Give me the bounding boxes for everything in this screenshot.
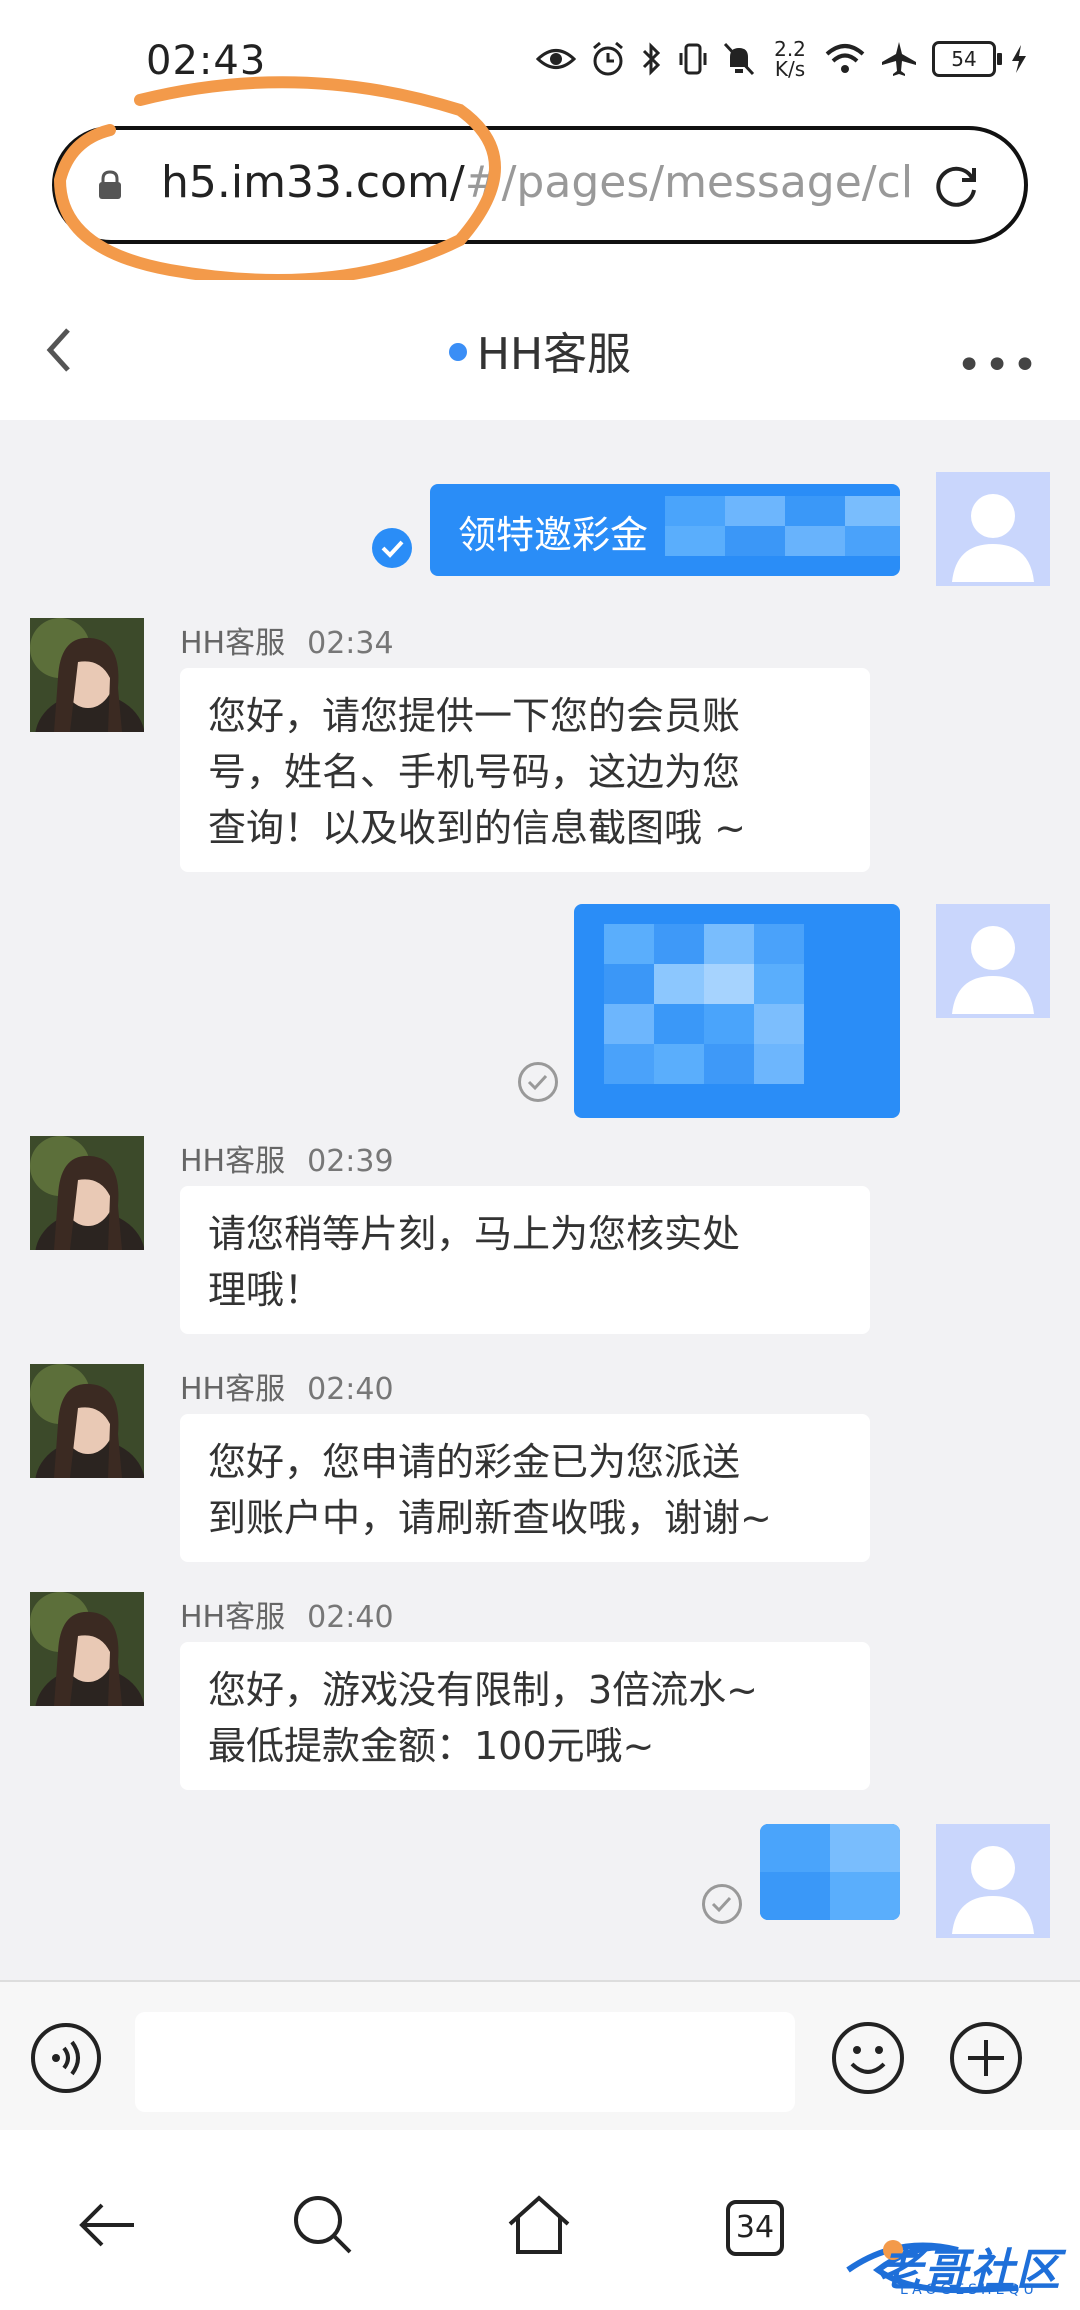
- net-speed: 2.2 K/s: [774, 37, 806, 81]
- chat-header: HH客服 •••: [0, 280, 1080, 420]
- voice-icon[interactable]: [30, 2022, 102, 2094]
- user-avatar[interactable]: [936, 472, 1050, 586]
- read-check-icon: [372, 528, 412, 568]
- incoming-bubble[interactable]: 请您稍等片刻，马上为您核实处 理哦！: [180, 1186, 870, 1334]
- incoming-bubble[interactable]: 您好，请您提供一下您的会员账 号，姓名、手机号码，这边为您 查询！以及收到的信息截图…: [180, 668, 870, 872]
- alarm-icon: [593, 41, 623, 76]
- emoji-icon[interactable]: [830, 2020, 906, 2096]
- outgoing-text: 领特邀彩金: [458, 513, 649, 557]
- sender-line: HH客服 02:40: [180, 1372, 394, 1407]
- online-dot-icon: [448, 343, 467, 361]
- service-avatar[interactable]: [30, 1364, 144, 1478]
- outgoing-image-bubble[interactable]: [574, 904, 900, 1118]
- user-avatar[interactable]: [936, 904, 1050, 1018]
- blur-mosaic: [760, 1824, 900, 1920]
- watermark-subtext: LAOGESHEQU: [900, 2282, 1038, 2298]
- mute-icon: [723, 42, 755, 76]
- service-avatar[interactable]: [30, 1592, 144, 1706]
- message-input[interactable]: [135, 2012, 795, 2112]
- blur-mosaic: [665, 496, 900, 576]
- incoming-bubble[interactable]: 您好，游戏没有限制，3倍流水~ 最低提款金额：100元哦~: [180, 1642, 870, 1790]
- vibrate-icon: [679, 43, 707, 75]
- nav-home-icon[interactable]: [504, 2190, 574, 2260]
- sender-line: HH客服 02:34: [180, 626, 394, 661]
- battery-icon: 54: [932, 41, 1002, 77]
- reload-icon[interactable]: [928, 160, 984, 216]
- nav-tabs-button[interactable]: 34: [726, 2200, 784, 2256]
- add-attachment-icon[interactable]: [948, 2020, 1024, 2096]
- charging-icon: [1012, 45, 1026, 73]
- outgoing-bubble[interactable]: 领特邀彩金: [430, 484, 900, 576]
- sender-line: HH客服 02:39: [180, 1144, 394, 1179]
- service-avatar[interactable]: [30, 618, 144, 732]
- sender-line: HH客服 02:40: [180, 1600, 394, 1635]
- wifi-icon: [825, 44, 865, 73]
- browser-nav: 34 老哥社区 LAOGESHEQU: [0, 2130, 1080, 2310]
- outgoing-bubble[interactable]: [760, 1824, 900, 1920]
- chat-title: HH客服: [0, 318, 1080, 382]
- status-icons: 2.2 K/s 54: [536, 36, 1028, 82]
- lock-icon: [99, 170, 121, 199]
- airplane-icon: [882, 42, 916, 76]
- service-avatar[interactable]: [30, 1136, 144, 1250]
- sent-check-icon: [702, 1884, 742, 1924]
- message-list[interactable]: 领特邀彩金 HH客服 02:34 您好，请您提供一下您的会员账 号，姓名、手机号码，…: [0, 420, 1080, 1980]
- user-avatar[interactable]: [936, 1824, 1050, 1938]
- sent-check-icon: [518, 1062, 558, 1102]
- bluetooth-icon: [642, 42, 661, 76]
- blur-mosaic: [574, 904, 900, 1118]
- nav-search-icon[interactable]: [288, 2190, 358, 2260]
- incoming-bubble[interactable]: 您好，您申请的彩金已为您派送 到账户中，请刷新查收哦，谢谢~: [180, 1414, 870, 1562]
- input-bar: [0, 1980, 1080, 2132]
- status-time: 02:43: [146, 38, 267, 84]
- status-bar: 02:43 2.2 K/s 54: [0, 0, 1080, 110]
- address-bar[interactable]: h5.im33.com/#/pages/message/cl: [52, 126, 1028, 244]
- url-text[interactable]: h5.im33.com/#/pages/message/cl: [161, 157, 951, 208]
- eye-icon: [536, 49, 576, 69]
- nav-back-icon[interactable]: [72, 2190, 142, 2260]
- more-menu-button[interactable]: •••: [956, 340, 1040, 391]
